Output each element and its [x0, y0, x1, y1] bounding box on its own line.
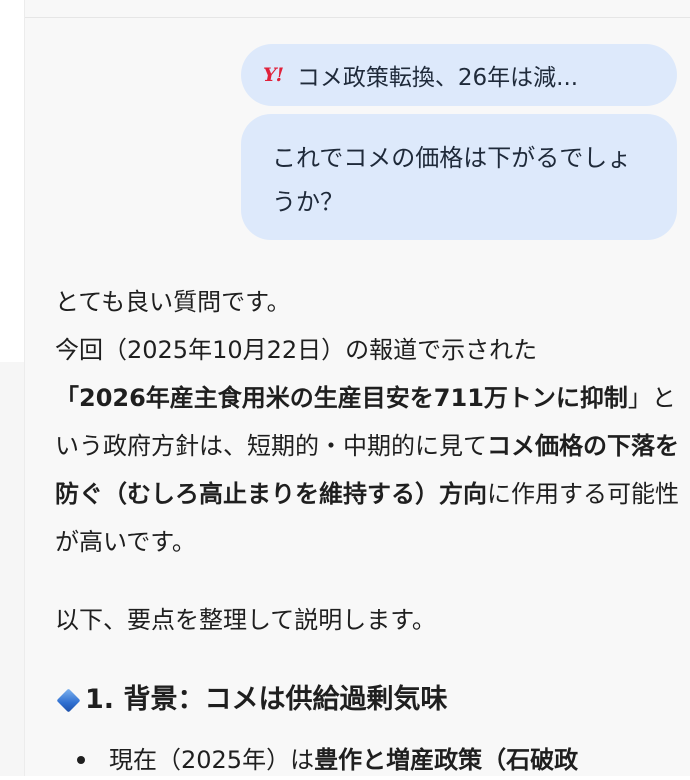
blue-diamond-icon [56, 687, 81, 713]
bullet-text: 現在（2025年）は [109, 746, 315, 774]
bullet-bold-text: 豊作と増産政策（石破政 [314, 746, 579, 774]
bullet-icon [77, 756, 85, 764]
section-heading: 1. 背景：コメは供給過剰気味 [55, 680, 690, 720]
user-message-bubble: これでコメの価格は下がるでしょうか？ [241, 114, 677, 240]
top-divider [25, 0, 690, 18]
attachment-title: コメ政策転換、26年は減... [296, 65, 579, 91]
answer-policy-bold: 「2026年産主食用米の生産目安を711万トンに抑制 [55, 384, 628, 412]
chat-area: Y! コメ政策転換、26年は減... これでコメの価格は下がるでしょうか？ とて… [24, 0, 690, 776]
user-question-text: これでコメの価格は下がるでしょうか？ [272, 144, 632, 216]
assistant-answer: とても良い質問です。 今回（2025年10月22日）の報道で示された 「2026… [55, 278, 690, 780]
answer-intro: とても良い質問です。 [55, 288, 291, 316]
answer-paragraph-1: とても良い質問です。 今回（2025年10月22日）の報道で示された 「2026… [55, 278, 690, 566]
attachment-chip[interactable]: Y! コメ政策転換、26年は減... [241, 44, 677, 106]
answer-summary: 以下、要点を整理して説明します。 [55, 606, 436, 634]
left-panel-top [0, 0, 24, 362]
list-item: 現在（2025年）は豊作と増産政策（石破政 [55, 740, 690, 780]
yahoo-icon: Y! [263, 64, 284, 86]
section-heading-text: 1. 背景：コメは供給過剰気味 [85, 684, 448, 715]
answer-line-date: 今回（2025年10月22日）の報道で示された [55, 336, 538, 364]
left-panel-bottom [0, 362, 24, 776]
